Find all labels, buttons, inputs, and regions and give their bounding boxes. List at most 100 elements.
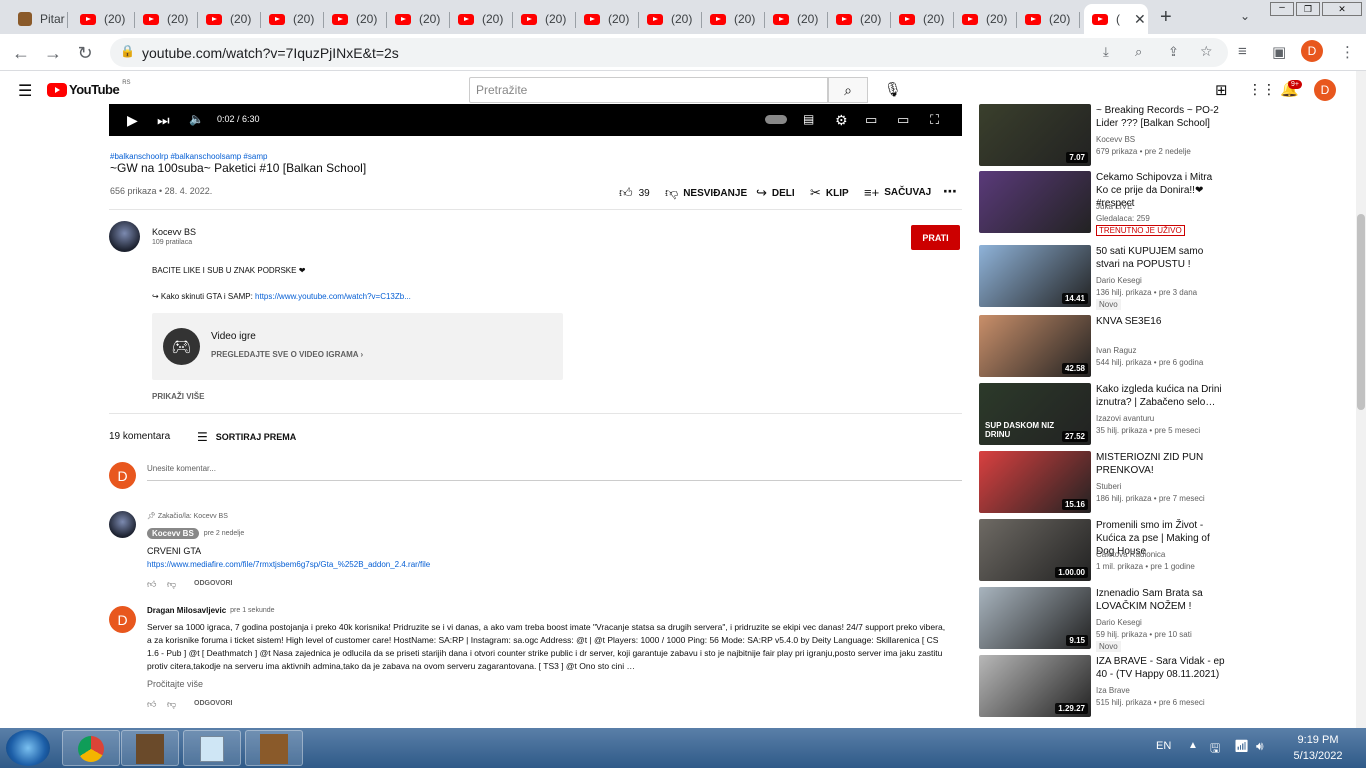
device-icon[interactable]: 🖫 <box>1210 739 1220 760</box>
scrollbar-thumb[interactable] <box>1357 214 1365 410</box>
yt-profile-avatar[interactable]: D <box>1314 79 1336 101</box>
recommended-channel[interactable]: Izazovi avanturu <box>1096 414 1154 423</box>
search-icon[interactable]: ⌕ <box>828 77 868 103</box>
maximize-button[interactable]: ❐ <box>1296 2 1320 16</box>
taskbar-notepad[interactable] <box>183 730 241 766</box>
recommended-video[interactable]: 1.29.27 IZA BRAVE - Sara Vidak - ep 40 - … <box>979 655 1234 721</box>
video-thumbnail[interactable]: 9.15 <box>979 587 1091 649</box>
tab-youtube[interactable]: (20) <box>954 4 1017 34</box>
settings-gear-icon[interactable]: ⚙ <box>835 112 848 129</box>
tab-youtube[interactable]: (20) <box>1017 4 1080 34</box>
sort-button[interactable]: ☰ SORTIRAJ PREMA <box>197 430 296 444</box>
youtube-logo[interactable]: YouTube RS <box>47 80 131 97</box>
video-thumbnail[interactable]: 7.07 <box>979 104 1091 166</box>
create-video-icon[interactable]: ⊞ <box>1215 81 1228 99</box>
close-tab-icon[interactable]: ✕ <box>1134 11 1146 28</box>
recommended-channel[interactable]: Čaletova Radionica <box>1096 550 1165 559</box>
video-thumbnail[interactable]: 1.00.00 <box>979 519 1091 581</box>
recommended-video[interactable]: 42.58 KNVA SE3E16 Ivan Raguz 544 hilj. prik… <box>979 315 1234 381</box>
minimize-button[interactable]: – <box>1270 2 1294 16</box>
video-thumbnail[interactable]: 15.16 <box>979 451 1091 513</box>
taskbar-samp[interactable] <box>245 730 303 766</box>
video-hashtags[interactable]: #balkanschoolrp #balkanschoolsamp #samp <box>110 152 267 161</box>
search-input[interactable]: Pretražite <box>469 77 828 103</box>
language-indicator[interactable]: EN <box>1156 740 1171 752</box>
volume-tray-icon[interactable]: 🔊︎ <box>1256 739 1264 754</box>
tab-youtube[interactable]: (20) <box>135 4 198 34</box>
side-panel-icon[interactable]: ▣ <box>1272 43 1286 61</box>
save-button[interactable]: ≡+ SAČUVAJ <box>864 185 931 200</box>
subtitles-icon[interactable]: ▤ <box>803 112 814 126</box>
recommended-video[interactable]: 1.00.00 Promenili smo im Život - Kućica z… <box>979 519 1234 585</box>
recommended-video-title[interactable]: Kako izgleda kućica na Drini iznutra? | … <box>1096 383 1226 409</box>
recommended-video[interactable]: 7.07 ~ Breaking Records ~ PO-2 Lider ??? … <box>979 104 1234 170</box>
address-bar[interactable]: 🔒 youtube.com/watch?v=7IquzPjINxE&t=2s ⤓… <box>110 38 1228 67</box>
back-icon[interactable]: ← <box>8 40 34 66</box>
tab-youtube[interactable]: (20) <box>891 4 954 34</box>
description-link[interactable]: https://www.youtube.com/watch?v=C13Zb... <box>255 292 411 301</box>
channel-name[interactable]: Kocevv BS <box>152 227 196 237</box>
recommended-channel[interactable]: Dario Kesegi <box>1096 276 1142 285</box>
bookmark-star-icon[interactable]: ☆ <box>1200 43 1213 60</box>
forward-icon[interactable]: → <box>40 40 66 66</box>
recommended-channel[interactable]: Dario Kesegi <box>1096 618 1142 627</box>
play-icon[interactable]: ▶ <box>127 112 138 129</box>
share-icon[interactable]: ⇪ <box>1168 44 1179 60</box>
reload-icon[interactable]: ↻ <box>72 40 98 66</box>
tab-youtube[interactable]: (20) <box>72 4 135 34</box>
recommended-video-title[interactable]: Iznenadio Sam Brata sa LOVAČKIM NOŽEM ! <box>1096 587 1226 613</box>
autoplay-toggle[interactable] <box>765 115 787 124</box>
tab-youtube[interactable]: (20) <box>513 4 576 34</box>
apps-grid-icon[interactable]: ⋮⋮ <box>1248 81 1276 98</box>
tab-youtube[interactable]: (20) <box>765 4 828 34</box>
comment-input[interactable]: Unesite komentar... <box>147 464 962 481</box>
recommended-video[interactable]: 14.41 50 sati KUPUJEM samo stvari na POPU… <box>979 245 1234 311</box>
tab-search-icon[interactable]: ⌄ <box>1240 9 1250 23</box>
start-button-icon[interactable] <box>6 730 50 766</box>
like-button[interactable]: 👍︎ 39 <box>619 185 650 201</box>
install-icon[interactable]: ⤓ <box>1103 44 1109 60</box>
video-thumbnail[interactable] <box>979 171 1091 233</box>
clock-time[interactable]: 9:19 PM <box>1292 734 1344 746</box>
read-more-link[interactable]: Pročitajte više <box>147 678 203 691</box>
share-button[interactable]: ↪ DELI <box>756 185 795 201</box>
more-actions-icon[interactable]: ⋯ <box>943 183 957 200</box>
tab-youtube[interactable]: (20) <box>702 4 765 34</box>
video-thumbnail[interactable]: SUP DASKOM NIZ DRINU 27.52 <box>979 383 1091 445</box>
show-more-button[interactable]: PRIKAŽI VIŠE <box>152 392 204 401</box>
new-tab-button[interactable]: + <box>1160 6 1172 29</box>
network-signal-icon[interactable]: 📶︎ <box>1234 739 1249 753</box>
video-thumbnail[interactable]: 42.58 <box>979 315 1091 377</box>
tab-youtube[interactable]: (20) <box>261 4 324 34</box>
recommended-channel[interactable]: Juka LIVE <box>1096 202 1132 211</box>
tab-active[interactable]: ( ✕ <box>1084 4 1148 34</box>
comment-link[interactable]: https://www.mediafire.com/file/7rmxtjsbe… <box>147 558 430 571</box>
tab-youtube[interactable]: (20) <box>450 4 513 34</box>
channel-avatar[interactable] <box>109 221 140 252</box>
microphone-icon[interactable]: 🎙 <box>884 81 902 98</box>
recommended-video-title[interactable]: ~ Breaking Records ~ PO-2 Lider ??? [Bal… <box>1096 104 1226 130</box>
comment-author[interactable]: Dragan Milosavljevic <box>147 606 226 615</box>
recommended-video-title[interactable]: 50 sati KUPUJEM samo stvari na POPUSTU ! <box>1096 245 1226 271</box>
reading-list-icon[interactable]: ≡ <box>1238 43 1247 60</box>
category-browse-link[interactable]: PREGLEDAJTE SVE O VIDEO IGRAMA › <box>211 350 363 359</box>
tab-pitar[interactable]: Pitar <box>8 4 68 34</box>
reply-button[interactable]: ODGOVORI <box>194 700 233 707</box>
subscribe-button[interactable]: PRATI <box>911 225 960 250</box>
video-thumbnail[interactable]: 1.29.27 <box>979 655 1091 717</box>
zoom-icon[interactable]: ⌕ <box>1135 44 1142 60</box>
tab-youtube[interactable]: (20) <box>639 4 702 34</box>
miniplayer-icon[interactable]: ▭ <box>865 112 877 128</box>
recommended-video[interactable]: 9.15 Iznenadio Sam Brata sa LOVAČKIM NOŽE… <box>979 587 1234 653</box>
volume-icon[interactable]: 🔈 <box>189 112 204 126</box>
tab-youtube[interactable]: (20) <box>198 4 261 34</box>
theater-mode-icon[interactable]: ▭ <box>897 112 909 128</box>
comment-dislike-icon[interactable]: 👎︎ <box>167 579 176 590</box>
recommended-channel[interactable]: Stuberi <box>1096 482 1121 491</box>
hamburger-menu-icon[interactable]: ☰ <box>18 81 32 101</box>
taskbar-gta-sa[interactable] <box>121 730 179 766</box>
recommended-video[interactable]: 15.16 MISTERIOZNI ZID PUN PRENKOVA! Stuber… <box>979 451 1234 517</box>
recommended-video-title[interactable]: MISTERIOZNI ZID PUN PRENKOVA! <box>1096 451 1226 477</box>
show-hidden-icons-icon[interactable]: ▲ <box>1188 740 1198 751</box>
comment-dislike-icon[interactable]: 👎︎ <box>167 699 176 710</box>
